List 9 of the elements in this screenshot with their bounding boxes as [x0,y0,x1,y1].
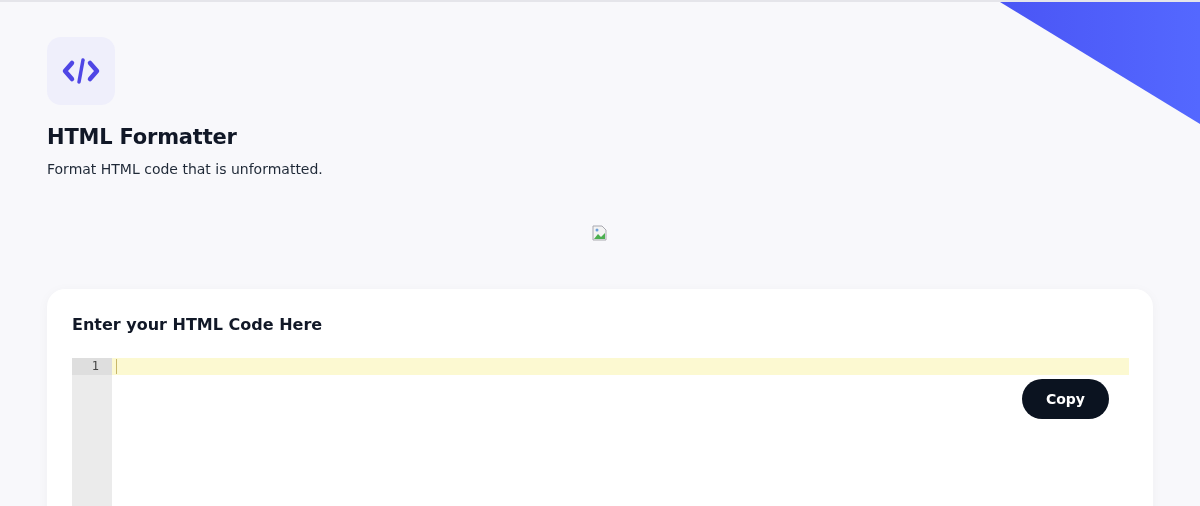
tool-description: Format HTML code that is unformatted. [47,161,324,177]
copy-button[interactable]: Copy [1021,379,1109,419]
tool-title: HTML Formatter [47,125,238,149]
card-heading: Enter your HTML Code Here [72,315,324,334]
code-editor[interactable]: 1 Copy [72,358,1129,506]
text-cursor [116,359,117,374]
line-number: 1 [72,358,112,375]
code-icon [62,57,100,85]
broken-image-icon [592,225,608,241]
